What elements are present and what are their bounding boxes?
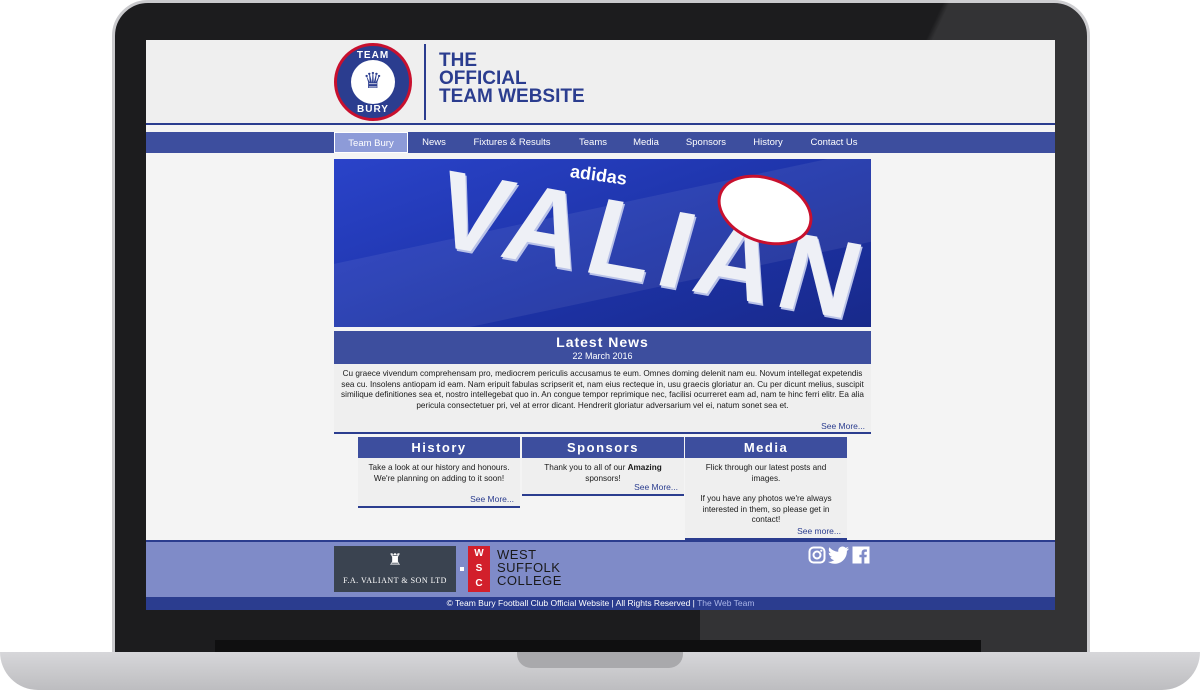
- nav-news[interactable]: News: [412, 132, 456, 153]
- main-nav: Team Bury News Fixtures & Results Teams …: [146, 132, 1055, 153]
- sponsors-box-title: Sponsors: [522, 437, 684, 458]
- wsc-line-3: COLLEGE: [497, 573, 562, 588]
- site-header: TEAM ♛ BURY THE OFFICIAL TEAM WEBSITE: [146, 40, 1055, 125]
- nav-teams[interactable]: Teams: [568, 132, 618, 153]
- valiant-sponsor-name: F.A. VALIANT & SON LTD: [343, 576, 447, 585]
- wsc-sponsor-name[interactable]: WEST SUFFOLK COLLEGE: [497, 548, 562, 587]
- wsc-letter-w: W: [474, 548, 484, 559]
- copyright-text: © Team Bury Football Club Official Websi…: [446, 598, 698, 608]
- site-title-line3: TEAM WEBSITE: [439, 86, 585, 107]
- logo-text-bottom: BURY: [357, 104, 389, 115]
- latest-news-date: 22 March 2016: [572, 351, 633, 361]
- sponsors-text-bold: Amazing: [627, 463, 662, 472]
- sponsors-box-body: Thank you to all of our Amazing sponsors…: [522, 458, 684, 496]
- latest-news-text: Cu graece vivendum comprehensam pro, med…: [341, 369, 864, 410]
- instagram-icon[interactable]: [808, 546, 826, 564]
- latest-news-body: Cu graece vivendum comprehensam pro, med…: [334, 364, 871, 434]
- valiant-crest-icon: ♜: [387, 552, 403, 569]
- sponsor-separator: [460, 567, 464, 571]
- media-see-more-link[interactable]: See more...: [797, 526, 841, 537]
- nav-fixtures-results[interactable]: Fixtures & Results: [462, 132, 562, 153]
- media-box-body: Flick through our latest posts and image…: [685, 458, 847, 540]
- laptop-bezel: [215, 640, 981, 652]
- sponsors-text-start: Thank you to all of our: [544, 463, 628, 472]
- web-team-credit-link[interactable]: The Web Team: [697, 598, 754, 608]
- media-box-text-2: If you have any photos we're always inte…: [700, 494, 832, 524]
- wsc-letter-c: C: [475, 578, 483, 589]
- nav-media[interactable]: Media: [624, 132, 668, 153]
- hero-banner: adidas VALIANT: [334, 159, 871, 327]
- laptop-notch: [517, 652, 683, 668]
- history-box-text: Take a look at our history and honours. …: [368, 463, 510, 483]
- copyright-bar: © Team Bury Football Club Official Websi…: [146, 597, 1055, 610]
- nav-contact-us[interactable]: Contact Us: [800, 132, 868, 153]
- media-box-title: Media: [685, 437, 847, 458]
- history-see-more-link[interactable]: See More...: [470, 494, 514, 505]
- latest-news-see-more-link[interactable]: See More...: [821, 421, 865, 432]
- latest-news-title: Latest News: [556, 334, 649, 350]
- history-box-title: History: [358, 437, 520, 458]
- media-box: Media Flick through our latest posts and…: [685, 437, 847, 540]
- nav-sponsors[interactable]: Sponsors: [674, 132, 738, 153]
- site-title: THE OFFICIAL TEAM WEBSITE: [439, 51, 639, 107]
- media-box-text-1: Flick through our latest posts and image…: [705, 463, 827, 483]
- latest-news-header: Latest News 22 March 2016: [334, 331, 871, 364]
- header-divider: [424, 44, 426, 120]
- website-screen: TEAM ♛ BURY THE OFFICIAL TEAM WEBSITE Te…: [146, 40, 1055, 610]
- sponsors-text-end: sponsors!: [585, 473, 621, 483]
- crown-crest-icon: ♛: [363, 68, 383, 93]
- nav-team-bury[interactable]: Team Bury: [334, 132, 408, 153]
- sponsors-box: Sponsors Thank you to all of our Amazing…: [522, 437, 684, 496]
- logo-crest-bg: ♛: [351, 60, 395, 104]
- wsc-logo-bar[interactable]: W S C: [468, 546, 490, 592]
- history-box-body: Take a look at our history and honours. …: [358, 458, 520, 508]
- site-footer: ♜ F.A. VALIANT & SON LTD W S C WEST SUFF…: [146, 540, 1055, 597]
- sponsors-see-more-link[interactable]: See More...: [634, 482, 678, 493]
- history-box: History Take a look at our history and h…: [358, 437, 520, 508]
- nav-history[interactable]: History: [744, 132, 792, 153]
- valiant-sponsor-logo[interactable]: ♜ F.A. VALIANT & SON LTD: [334, 546, 456, 592]
- team-logo[interactable]: TEAM ♛ BURY: [334, 43, 412, 121]
- facebook-icon[interactable]: [852, 546, 870, 564]
- twitter-icon[interactable]: [828, 546, 850, 564]
- wsc-letter-s: S: [475, 563, 483, 574]
